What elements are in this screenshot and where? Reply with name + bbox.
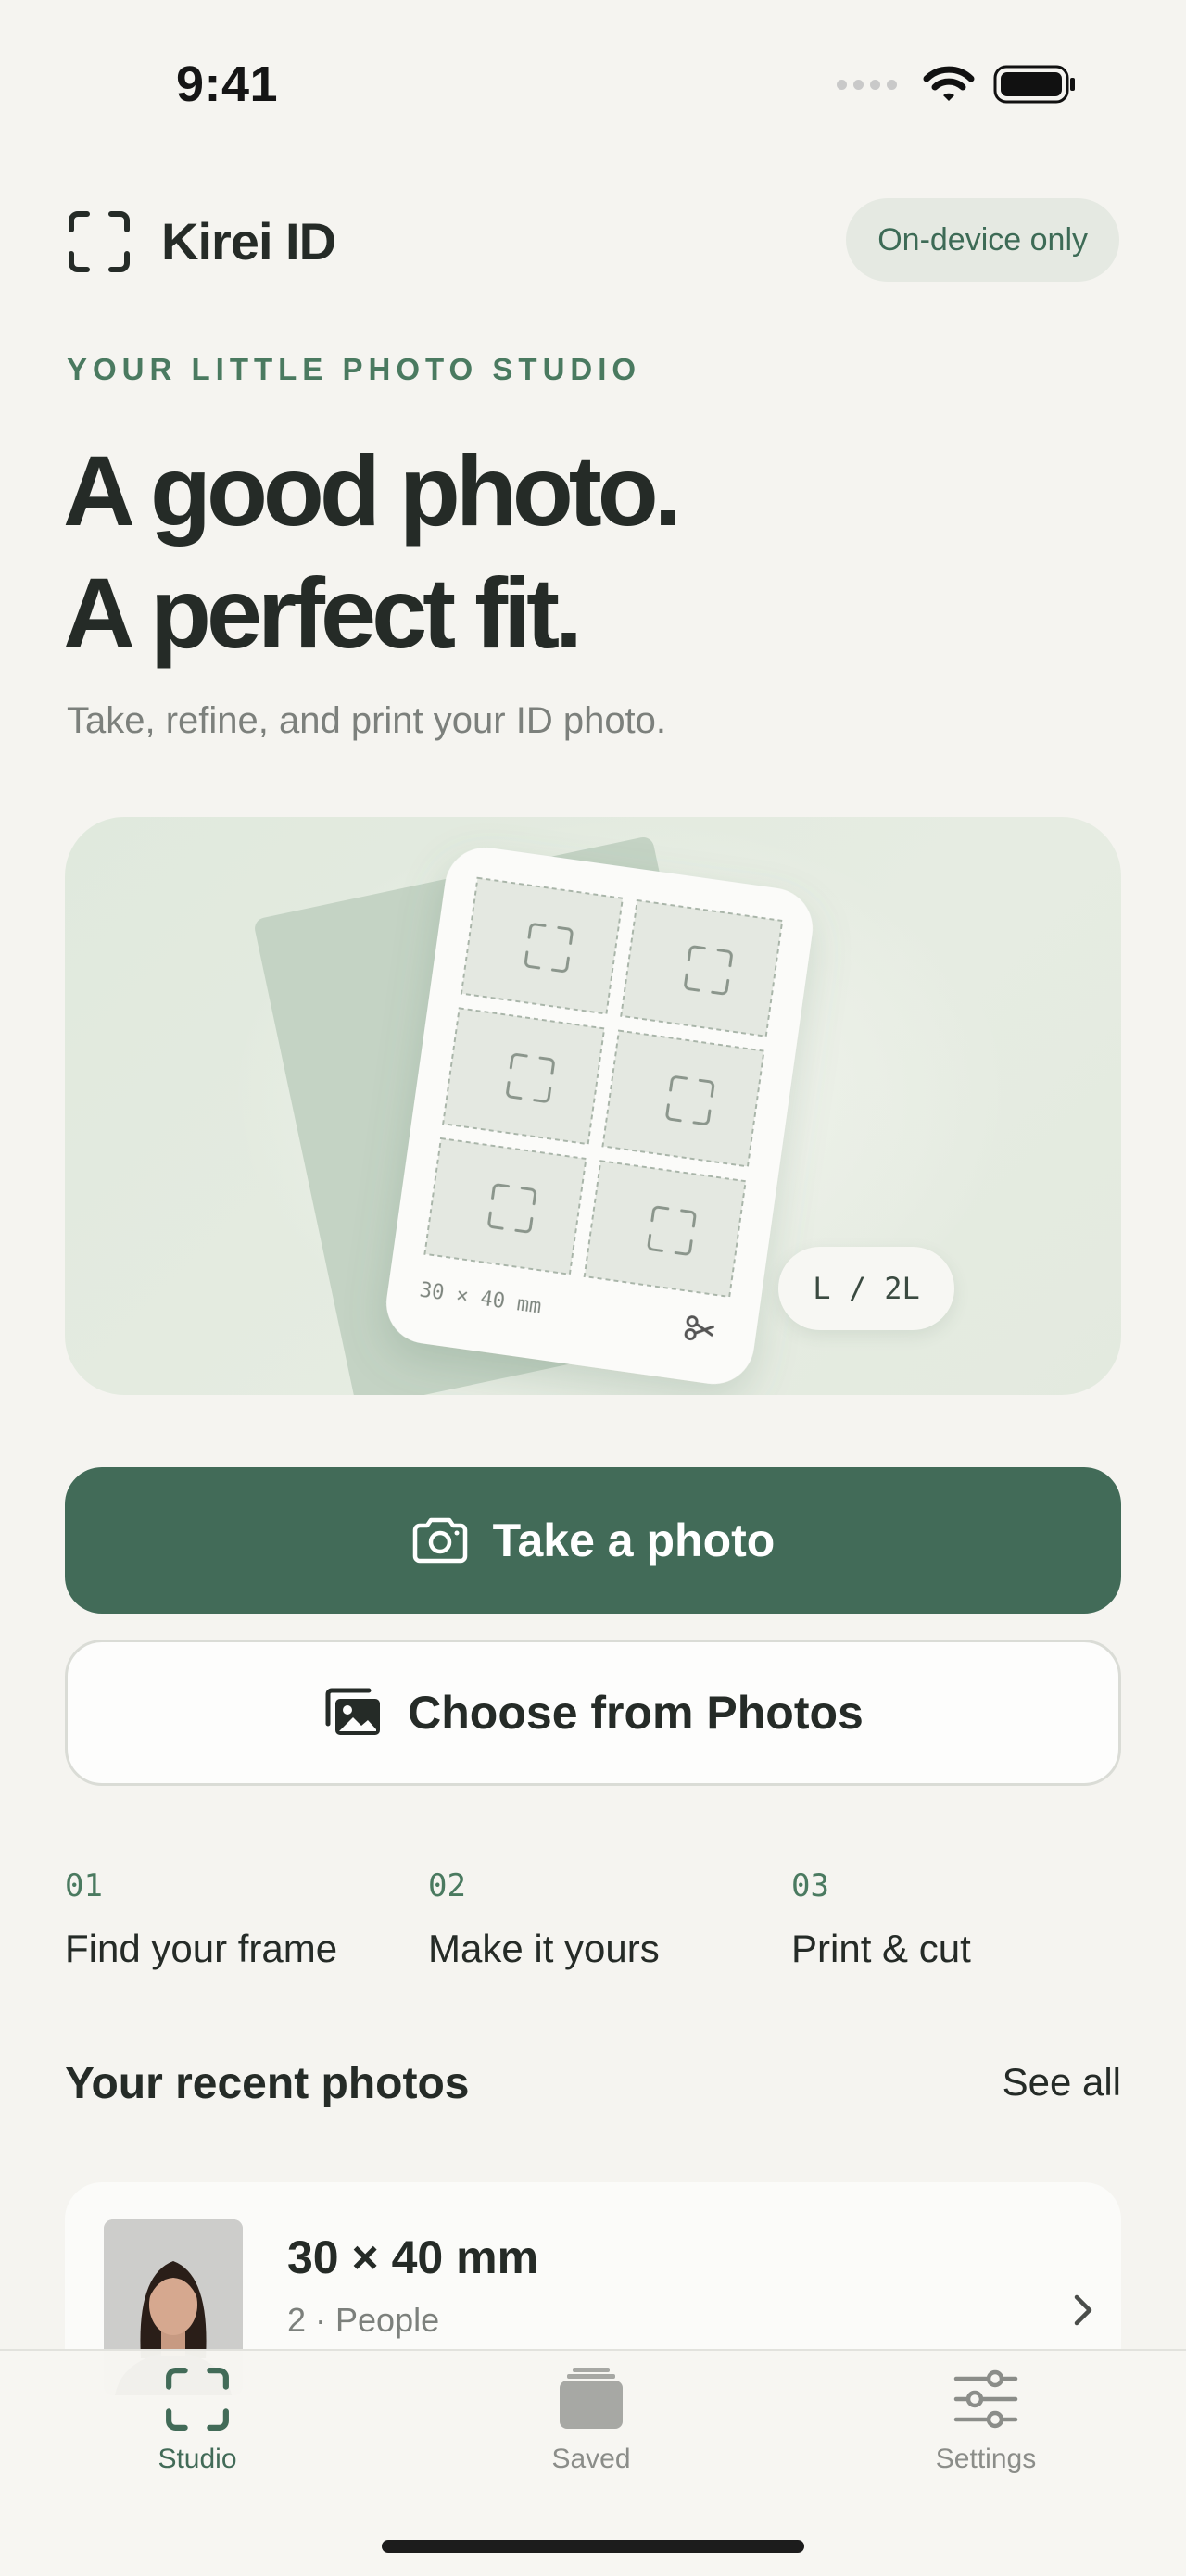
tab-saved[interactable]: Saved: [471, 2366, 712, 2475]
stack-icon: [560, 2368, 623, 2429]
headline-line-1: A good photo.: [63, 434, 682, 547]
photos-icon: [325, 1688, 381, 1735]
status-time: 9:41: [176, 57, 279, 112]
photo-size-title: 30 × 40 mm: [287, 2231, 539, 2283]
take-photo-label: Take a photo: [492, 1514, 776, 1566]
battery-icon: [993, 65, 1075, 104]
print-sheet-illustration: 30 × 40 mm: [232, 817, 1010, 1395]
choose-photos-button[interactable]: Choose from Photos: [65, 1640, 1121, 1786]
viewfinder-icon: [69, 211, 130, 272]
tab-label: Settings: [935, 2444, 1037, 2474]
tab-label: Studio: [158, 2444, 237, 2474]
hero-illustration: 30 × 40 mm: [65, 817, 1121, 1395]
step-label: Make it yours: [428, 1927, 660, 1970]
viewfinder-icon: [166, 2368, 229, 2431]
on-device-badge: On-device only: [846, 198, 1119, 282]
step-1: 01 Find your frame: [65, 1867, 337, 1971]
tab-settings[interactable]: Settings: [865, 2366, 1106, 2475]
photo-meta: 2 · People: [287, 2301, 440, 2339]
tab-label: Saved: [551, 2444, 631, 2474]
wifi-icon: [923, 66, 975, 101]
recent-photos-title: Your recent photos: [65, 2059, 470, 2108]
chevron-right-icon: [1074, 2294, 1092, 2326]
step-2: 02 Make it yours: [428, 1867, 660, 1971]
step-label: Print & cut: [791, 1927, 971, 1970]
step-3: 03 Print & cut: [791, 1867, 971, 1971]
home-indicator: [382, 2540, 804, 2553]
subtitle: Take, refine, and print your ID photo.: [67, 700, 667, 741]
tab-studio[interactable]: Studio: [77, 2366, 318, 2475]
status-icons: [837, 65, 1077, 104]
see-all-link[interactable]: See all: [1003, 2060, 1121, 2105]
choose-photos-label: Choose from Photos: [408, 1687, 864, 1739]
step-label: Find your frame: [65, 1927, 338, 1970]
step-number: 01: [65, 1867, 103, 1904]
sliders-icon: [953, 2369, 1018, 2429]
paper-size-pill: L / 2L: [778, 1247, 954, 1330]
eyebrow-text: YOUR LITTLE PHOTO STUDIO: [67, 352, 642, 386]
app-name: Kirei ID: [161, 212, 336, 270]
step-number: 02: [428, 1867, 466, 1904]
take-photo-button[interactable]: Take a photo: [65, 1467, 1121, 1614]
headline-line-2: A perfect fit.: [63, 557, 583, 669]
camera-icon: [412, 1517, 467, 1564]
signal-icon: [837, 79, 897, 90]
step-number: 03: [791, 1867, 829, 1904]
page-title: A good photo. A perfect fit.: [63, 430, 682, 674]
